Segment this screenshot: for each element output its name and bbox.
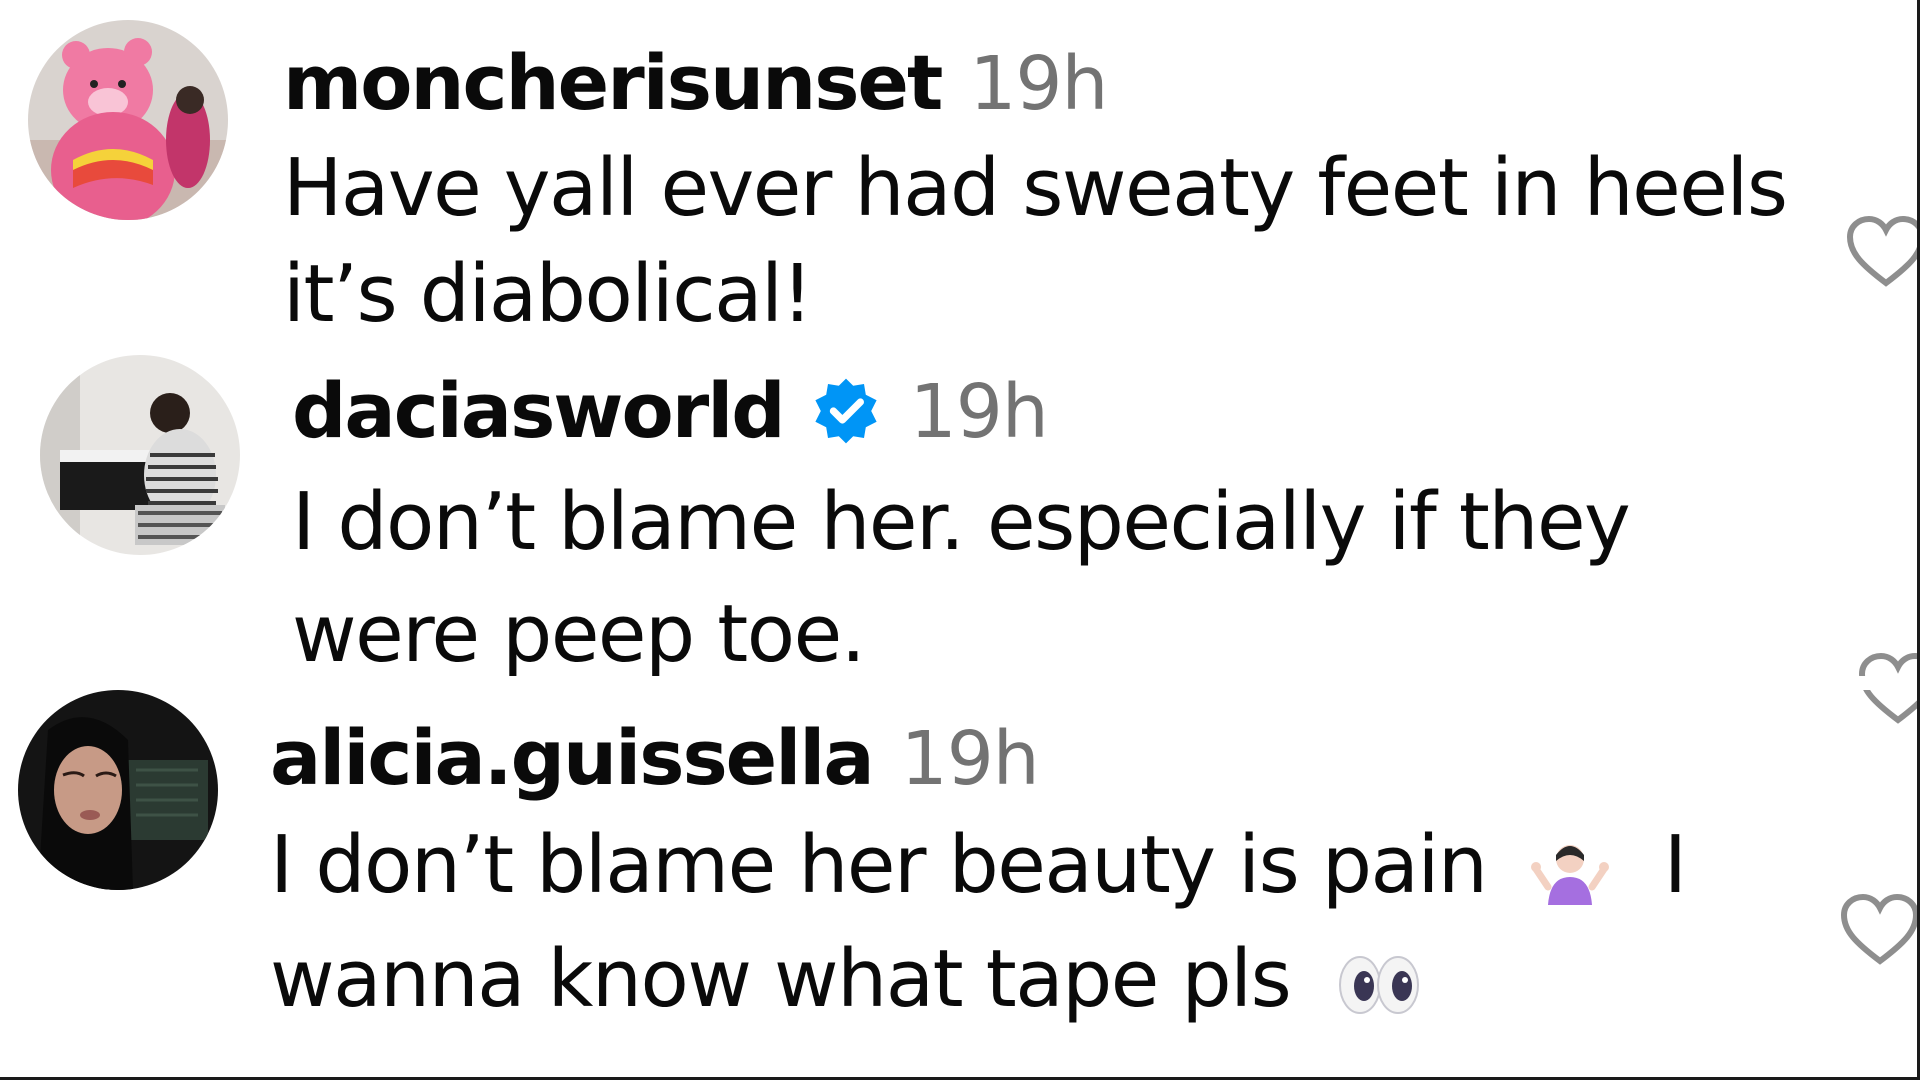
avatar[interactable] <box>40 355 240 555</box>
heart-icon[interactable] <box>1840 893 1920 967</box>
comment-content: moncherisunset 19h Have yall ever had sw… <box>283 38 1788 354</box>
eyes-emoji-icon <box>1338 955 1419 1014</box>
username[interactable]: moncherisunset <box>283 38 943 127</box>
comment-text-line: it’s diabolical! <box>283 248 813 340</box>
comment-header: moncherisunset 19h <box>283 38 1787 128</box>
comment-text-line: Have yall ever had sweaty feet in heels <box>283 142 1788 234</box>
screenshot-seam <box>0 676 1916 690</box>
shrugging-woman-emoji-icon <box>1531 844 1610 905</box>
heart-icon[interactable] <box>1846 215 1920 289</box>
timestamp: 19h <box>969 41 1108 127</box>
timestamp: 19h <box>900 716 1040 802</box>
timestamp: 19h <box>909 369 1049 455</box>
verified-badge-icon <box>815 378 877 444</box>
comments-panel: moncherisunset 19h Have yall ever had sw… <box>0 0 1920 1080</box>
username[interactable]: daciasworld <box>292 366 786 455</box>
comment-text-segment: I don’t blame her beauty is pain <box>270 819 1488 911</box>
avatar[interactable] <box>28 20 228 220</box>
comment-text-segment: I <box>1663 819 1687 911</box>
comment-header: alicia.guissella 19h <box>270 713 1686 803</box>
username[interactable]: alicia.guissella <box>270 713 875 802</box>
comment-content: alicia.guissella 19h I don’t blame her b… <box>270 713 1687 1039</box>
avatar[interactable] <box>18 690 218 890</box>
pink-bear-avatar-icon <box>28 20 228 220</box>
comment-text-segment: wanna know what tape pls <box>270 933 1292 1025</box>
comment-text-line: I don’t blame her beauty is pain I <box>270 805 1687 925</box>
comment-header: daciasworld 19h <box>292 366 1629 456</box>
comment-text-line: I don’t blame her. especially if they <box>292 476 1631 568</box>
blurred-area <box>900 585 1800 675</box>
piano-player-avatar-icon <box>40 355 240 555</box>
comment-text-line: wanna know what tape pls <box>270 919 1686 1039</box>
selfie-avatar-icon <box>18 690 218 890</box>
